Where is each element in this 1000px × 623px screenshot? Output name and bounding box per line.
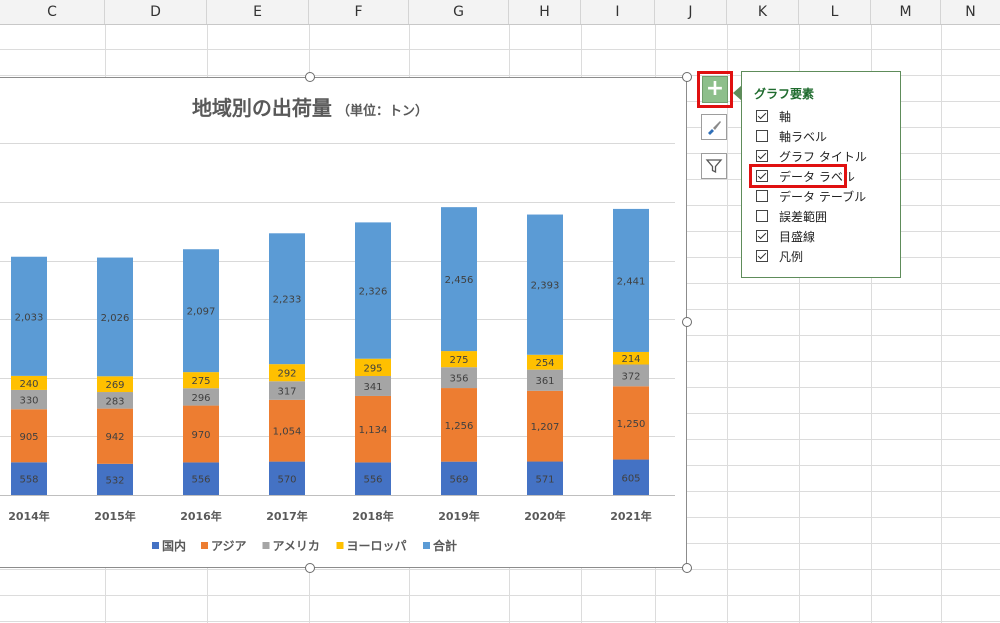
- data-label[interactable]: 2,393: [531, 281, 560, 292]
- x-tick-label: 2016年: [180, 509, 222, 523]
- option-legend[interactable]: 凡例: [756, 247, 803, 265]
- option-label: データ テーブル: [779, 189, 867, 204]
- brush-icon: [708, 121, 721, 135]
- x-tick-label: 2017年: [266, 509, 308, 523]
- data-label[interactable]: 970: [191, 430, 210, 441]
- data-label[interactable]: 372: [621, 371, 640, 382]
- chart-plot[interactable]: 558 905 330 240 2,033 532 942 283 269 2,026 556 970…: [0, 0, 690, 570]
- data-label[interactable]: 569: [449, 474, 468, 485]
- legend-swatch: [336, 542, 344, 549]
- checkbox-legend[interactable]: [756, 250, 768, 262]
- legend-swatch: [423, 542, 430, 549]
- option-label: 軸: [779, 109, 792, 124]
- data-label[interactable]: 341: [363, 382, 382, 393]
- data-label[interactable]: 905: [19, 432, 38, 443]
- data-label[interactable]: 296: [191, 393, 210, 404]
- legend-swatch: [262, 542, 270, 549]
- resize-handle-bottom-right[interactable]: [682, 563, 692, 573]
- column-header-n[interactable]: N: [941, 0, 1000, 24]
- option-axis-titles[interactable]: 軸ラベル: [756, 127, 827, 145]
- data-label[interactable]: 1,207: [531, 422, 560, 433]
- data-label[interactable]: 317: [277, 387, 296, 398]
- filter-icon: [705, 159, 723, 174]
- data-label[interactable]: 1,250: [617, 419, 646, 430]
- data-label[interactable]: 214: [621, 354, 640, 365]
- checkbox-axes[interactable]: [756, 110, 768, 122]
- chart-elements-button-highlight: +: [697, 71, 733, 108]
- panel-title: グラフ要素: [754, 87, 815, 101]
- data-label[interactable]: 2,456: [445, 275, 474, 286]
- resize-handle-bottom[interactable]: [305, 563, 315, 573]
- data-label[interactable]: 556: [363, 475, 382, 486]
- column-header-l[interactable]: L: [799, 0, 871, 24]
- x-tick-label: 2019年: [438, 509, 480, 523]
- data-label[interactable]: 2,233: [273, 295, 302, 306]
- data-label[interactable]: 556: [191, 475, 210, 486]
- data-label[interactable]: 2,033: [15, 312, 44, 323]
- checkbox-gridlines[interactable]: [756, 230, 768, 242]
- checkbox-error-bars[interactable]: [756, 210, 768, 222]
- legend-label[interactable]: 合計: [433, 538, 457, 553]
- data-label[interactable]: 605: [621, 473, 640, 484]
- data-label[interactable]: 2,026: [101, 313, 130, 324]
- column-header-m[interactable]: M: [871, 0, 941, 24]
- option-chart-title[interactable]: グラフ タイトル: [756, 147, 867, 165]
- data-label[interactable]: 275: [449, 355, 468, 366]
- data-label[interactable]: 292: [277, 369, 296, 380]
- checkbox-axis-titles[interactable]: [756, 130, 768, 142]
- resize-handle-top[interactable]: [305, 72, 315, 82]
- chart-styles-button[interactable]: [701, 114, 727, 140]
- option-data-table[interactable]: データ テーブル: [756, 187, 866, 205]
- legend-label[interactable]: 国内: [162, 538, 186, 553]
- legend-swatch: [201, 542, 208, 549]
- legend-label[interactable]: アジア: [211, 539, 247, 553]
- data-label[interactable]: 283: [105, 396, 124, 407]
- option-label: 目盛線: [779, 229, 816, 244]
- resize-handle-right[interactable]: [682, 317, 692, 327]
- data-label[interactable]: 1,134: [359, 425, 388, 436]
- option-label: 凡例: [779, 249, 804, 264]
- x-tick-label: 2015年: [94, 509, 136, 523]
- data-label[interactable]: 1,256: [445, 421, 474, 432]
- data-label[interactable]: 269: [105, 380, 124, 391]
- data-label[interactable]: 330: [19, 396, 38, 407]
- data-label[interactable]: 254: [535, 358, 554, 369]
- option-axes[interactable]: 軸: [756, 107, 791, 125]
- data-label[interactable]: 570: [277, 474, 296, 485]
- data-label[interactable]: 240: [19, 379, 38, 390]
- option-label: グラフ タイトル: [779, 149, 867, 164]
- x-tick-label: 2020年: [524, 509, 566, 523]
- option-label: 誤差範囲: [779, 209, 828, 224]
- checkbox-data-table[interactable]: [756, 190, 768, 202]
- data-label[interactable]: 558: [19, 475, 38, 486]
- data-label[interactable]: 356: [449, 374, 468, 385]
- x-tick-label: 2018年: [352, 509, 394, 523]
- resize-handle-top-right[interactable]: [682, 72, 692, 82]
- column-header-k[interactable]: K: [727, 0, 799, 24]
- data-label[interactable]: 532: [105, 475, 124, 486]
- legend-label[interactable]: ヨーロッパ: [347, 539, 407, 553]
- data-label[interactable]: 571: [535, 474, 554, 485]
- data-label[interactable]: 275: [191, 376, 210, 387]
- legend-label[interactable]: アメリカ: [273, 539, 320, 553]
- legend-swatch: [152, 542, 159, 549]
- chart-filters-button[interactable]: [701, 153, 727, 179]
- x-tick-label: 2021年: [610, 509, 652, 523]
- chart-elements-button[interactable]: +: [702, 76, 728, 103]
- data-label[interactable]: 942: [105, 432, 124, 443]
- data-label[interactable]: 361: [535, 376, 554, 387]
- checkbox-chart-title[interactable]: [756, 150, 768, 162]
- data-label[interactable]: 1,054: [273, 427, 302, 438]
- data-labels-highlight: [749, 164, 847, 188]
- data-label[interactable]: 2,441: [617, 276, 646, 287]
- option-error-bars[interactable]: 誤差範囲: [756, 207, 827, 225]
- data-label[interactable]: 2,326: [359, 287, 388, 298]
- option-label: 軸ラベル: [779, 129, 828, 144]
- data-label[interactable]: 2,097: [187, 307, 216, 318]
- data-label[interactable]: 295: [363, 363, 382, 374]
- x-tick-label: 2014年: [8, 509, 50, 523]
- option-gridlines[interactable]: 目盛線: [756, 227, 815, 245]
